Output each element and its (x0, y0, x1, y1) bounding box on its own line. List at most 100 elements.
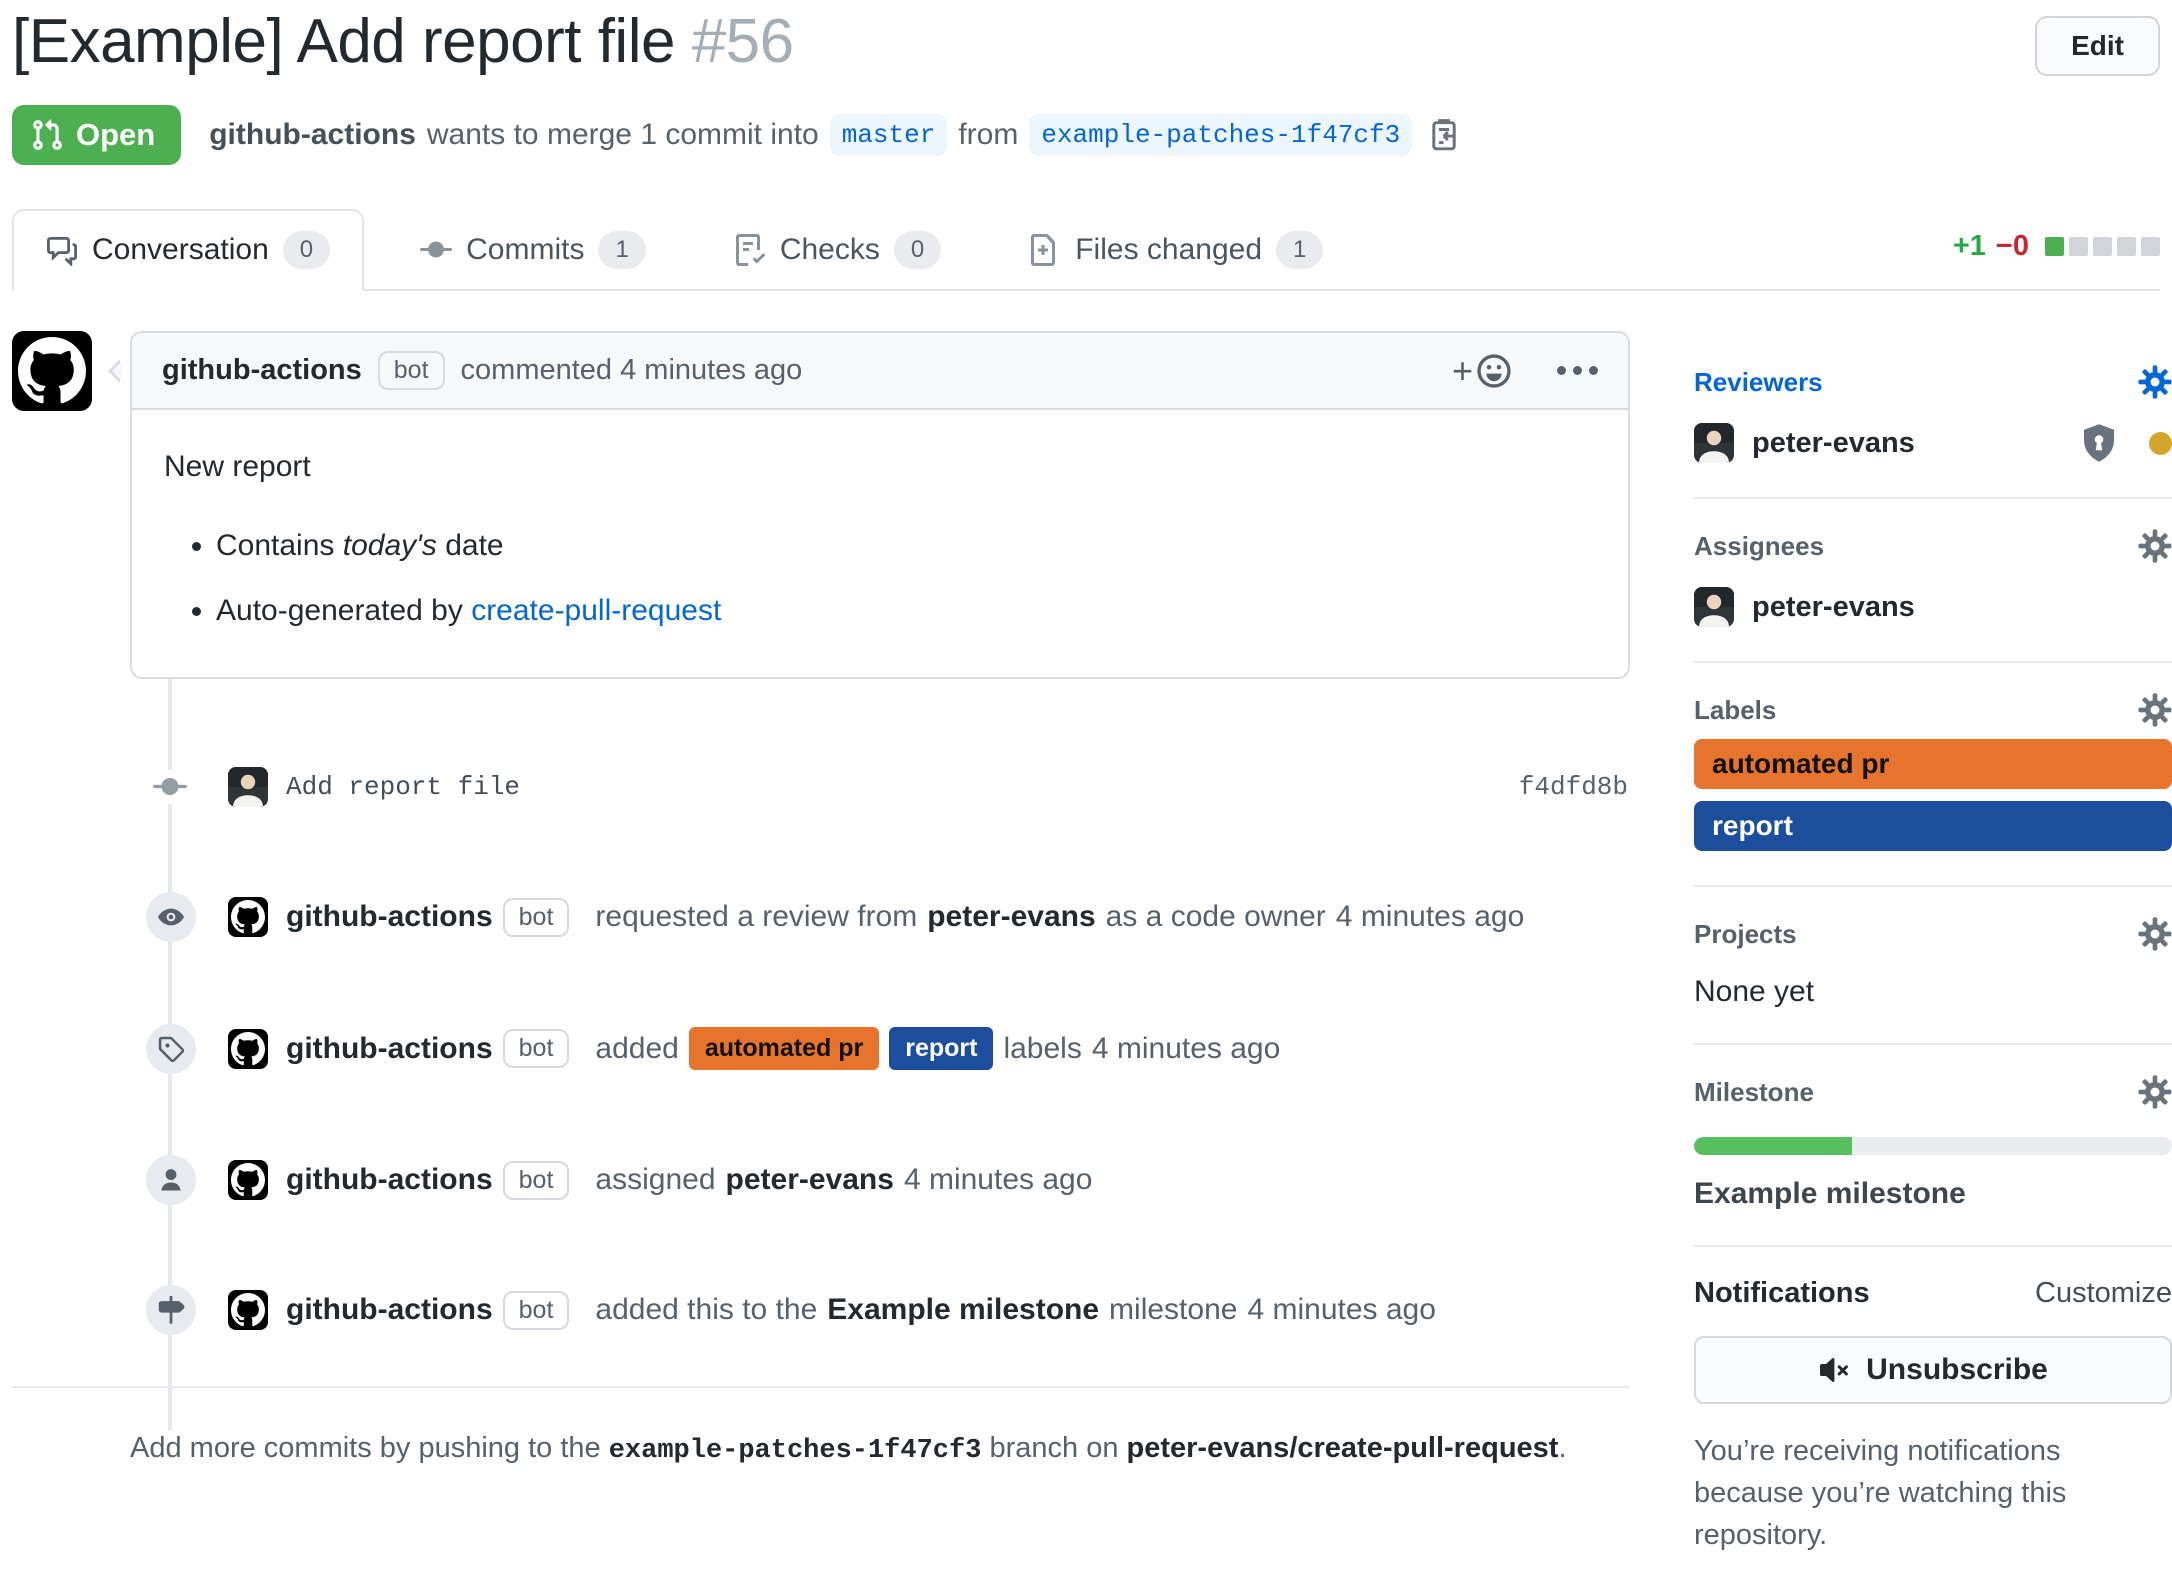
avatar[interactable] (228, 897, 268, 937)
label-report[interactable]: report (889, 1027, 993, 1070)
milestone-progress-fill (1694, 1137, 1852, 1155)
avatar[interactable] (1694, 423, 1734, 463)
reviewer-name[interactable]: peter-evans (1752, 427, 1915, 460)
file-diff-icon (1029, 234, 1061, 266)
tab-checks[interactable]: Checks 0 (702, 211, 973, 289)
avatar[interactable] (1694, 587, 1734, 627)
event-time[interactable]: 4 minutes ago (904, 1163, 1092, 1197)
event-actor[interactable]: github-actions (286, 900, 493, 934)
sidebar-section-projects: Projects None yet (1694, 887, 2172, 1045)
pr-merge-summary: github-actions wants to merge 1 commit i… (209, 114, 1461, 156)
gear-icon[interactable] (2138, 917, 2172, 951)
label-automated-pr[interactable]: automated pr (689, 1027, 879, 1070)
event-time[interactable]: 4 minutes ago (1092, 1032, 1280, 1066)
assignees-heading: Assignees (1694, 529, 2172, 563)
event-milestone[interactable]: Example milestone (827, 1293, 1099, 1327)
add-reaction-button[interactable]: + (1452, 352, 1513, 390)
milestone-icon (146, 1285, 196, 1335)
commit-message[interactable]: Add report file (286, 772, 520, 802)
comment-body: New report Contains today's date Auto-ge… (132, 410, 1628, 677)
gear-icon[interactable] (2138, 529, 2172, 563)
peter-evans-avatar (1694, 423, 1734, 463)
reviewers-heading[interactable]: Reviewers (1694, 365, 2172, 399)
pull-request-icon (30, 118, 64, 152)
event-time[interactable]: 4 minutes ago (1247, 1293, 1435, 1327)
event-time[interactable]: 4 minutes ago (1336, 900, 1524, 934)
base-branch-tag[interactable]: master (830, 114, 948, 156)
merge-text: wants to merge 1 commit into (427, 118, 819, 152)
avatar[interactable] (12, 331, 92, 411)
notifications-heading: Notifications Customize (1694, 1277, 2172, 1310)
kebab-icon[interactable] (1557, 366, 1598, 375)
eye-icon (146, 892, 196, 942)
label-report[interactable]: report (1694, 801, 2172, 851)
gear-icon[interactable] (2138, 1075, 2172, 1109)
comment-author[interactable]: github-actions (162, 354, 362, 387)
head-branch-tag[interactable]: example-patches-1f47cf3 (1029, 114, 1412, 156)
avatar[interactable] (228, 1290, 268, 1330)
tab-label: Files changed (1075, 233, 1262, 267)
pr-state-badge: Open (12, 105, 181, 165)
bot-badge: bot (378, 351, 445, 390)
milestone-progress-bar (1694, 1137, 2172, 1155)
pr-author[interactable]: github-actions (209, 118, 416, 152)
commit-row: Add report file f4dfd8b (12, 767, 1630, 807)
assignee-name[interactable]: peter-evans (1752, 591, 1915, 624)
milestone-heading: Milestone (1694, 1075, 2172, 1109)
gear-icon[interactable] (2138, 365, 2172, 399)
comment-meta: commented 4 minutes ago (461, 354, 803, 387)
copy-branch-icon[interactable] (1427, 118, 1461, 152)
smiley-icon (1475, 352, 1513, 390)
event-actor[interactable]: github-actions (286, 1163, 493, 1197)
shield-lock-icon (2079, 423, 2119, 463)
tab-conversation[interactable]: Conversation 0 (12, 209, 364, 291)
commit-sha[interactable]: f4dfd8b (1519, 772, 1628, 802)
comment-discussion-icon (46, 234, 78, 266)
diffstat[interactable]: +1 −0 (1953, 230, 2160, 289)
tab-commits[interactable]: Commits 1 (388, 211, 678, 289)
label-automated-pr[interactable]: automated pr (1694, 739, 2172, 789)
person-icon (146, 1155, 196, 1205)
avatar[interactable] (228, 1160, 268, 1200)
event-user[interactable]: peter-evans (726, 1163, 894, 1197)
edit-button[interactable]: Edit (2035, 16, 2160, 76)
pending-review-dot (2149, 432, 2172, 455)
mute-icon (1818, 1354, 1850, 1386)
sidebar-section-notifications: Notifications Customize Unsubscribe You’… (1694, 1247, 2172, 1590)
bot-badge: bot (503, 1029, 570, 1068)
git-commit-icon (420, 234, 452, 266)
avatar[interactable] (228, 767, 268, 807)
event-actor[interactable]: github-actions (286, 1032, 493, 1066)
tab-files-changed[interactable]: Files changed 1 (997, 211, 1355, 289)
bot-badge: bot (503, 898, 570, 937)
create-pull-request-link[interactable]: create-pull-request (471, 594, 721, 627)
event-user[interactable]: peter-evans (927, 900, 1095, 934)
event-review-requested: github-actions bot requested a review fr… (12, 897, 1630, 937)
octocat-icon (228, 1290, 268, 1330)
diffstat-deletions: −0 (1996, 230, 2029, 263)
bot-badge: bot (503, 1161, 570, 1200)
pr-timeline: github-actions bot commented 4 minutes a… (12, 331, 1630, 1590)
sidebar-section-labels: Labels automated pr report (1694, 663, 2172, 887)
pr-meta-row: Open github-actions wants to merge 1 com… (12, 105, 2160, 165)
customize-link[interactable]: Customize (2035, 1277, 2172, 1310)
octocat-icon (228, 1160, 268, 1200)
milestone-name[interactable]: Example milestone (1694, 1177, 2172, 1211)
sidebar: Reviewers peter-evans (1694, 331, 2172, 1590)
event-labels-added: github-actions bot added automated pr re… (12, 1027, 1630, 1070)
pr-state-label: Open (76, 117, 155, 153)
octocat-icon (228, 1029, 268, 1069)
peter-evans-avatar (228, 767, 268, 807)
event-actor[interactable]: github-actions (286, 1293, 493, 1327)
divider (12, 1386, 1630, 1388)
comment-actions: + (1452, 352, 1598, 390)
gear-icon[interactable] (2138, 693, 2172, 727)
projects-empty: None yet (1694, 975, 2172, 1009)
event-milestoned: github-actions bot added this to the Exa… (12, 1290, 1630, 1330)
checklist-icon (734, 234, 766, 266)
avatar[interactable] (228, 1029, 268, 1069)
comment-box: github-actions bot commented 4 minutes a… (130, 331, 1630, 679)
unsubscribe-button[interactable]: Unsubscribe (1694, 1336, 2172, 1404)
comment-header: github-actions bot commented 4 minutes a… (132, 333, 1628, 410)
sidebar-section-reviewers: Reviewers peter-evans (1694, 331, 2172, 499)
